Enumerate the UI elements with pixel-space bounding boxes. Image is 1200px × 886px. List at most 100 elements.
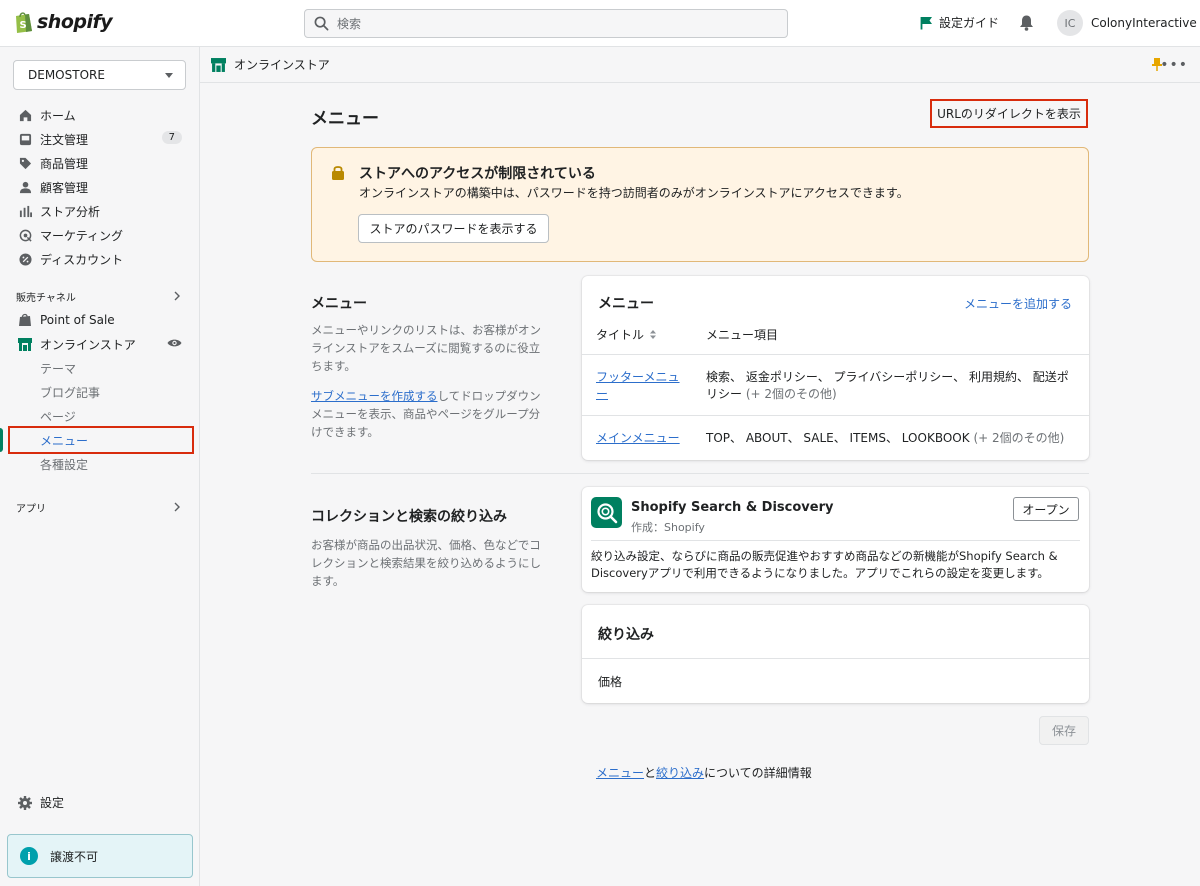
filters-help-link[interactable]: 絞り込み — [656, 766, 704, 780]
store-selector[interactable]: DEMOSTORE — [13, 60, 186, 90]
home-icon — [19, 109, 31, 121]
lock-icon — [332, 166, 344, 180]
help-footer: メニューと絞り込みについての詳細情報 — [596, 764, 812, 781]
breadcrumb-label: オンラインストア — [234, 58, 330, 72]
sales-channels-header[interactable]: 販売チャネル — [0, 284, 200, 308]
collection-filter-description: お客様が商品の出品状況、価格、色などでコレクションと検索結果を絞り込めるようにし… — [311, 538, 541, 588]
notifications-button[interactable] — [1019, 14, 1034, 34]
sidebar-item-label: ホーム — [40, 108, 76, 123]
main-menu-more: (+ 2個のその他) — [973, 431, 1065, 445]
sidebar-item-online-store[interactable]: オンラインストア — [0, 332, 200, 356]
create-submenu-link[interactable]: サブメニューを作成する — [311, 389, 438, 403]
person-icon — [19, 181, 31, 193]
search-input[interactable] — [337, 16, 757, 31]
sidebar-item-label: 注文管理 — [40, 132, 89, 147]
eye-icon[interactable] — [167, 338, 182, 348]
breadcrumb: オンラインストア ••• — [200, 47, 1200, 83]
sidebar-item-label: オンラインストア — [40, 337, 136, 352]
sidebar-item-discounts[interactable]: ディスカウント — [0, 247, 200, 271]
main-menu-link[interactable]: メインメニュー — [596, 430, 680, 447]
sidebar-subitem-themes[interactable]: テーマ — [0, 356, 200, 380]
collection-filter-section-title: コレクションと検索の絞り込み — [311, 509, 507, 525]
open-app-button[interactable]: オープン — [1013, 497, 1079, 521]
sidebar-item-point-of-sale[interactable]: Point of Sale — [0, 308, 200, 332]
user-name: ColonyInteractive — [1091, 16, 1197, 30]
column-header-title[interactable]: タイトル — [596, 326, 657, 343]
menus-card: メニュー メニューを追加する タイトル メニュー項目 フッターメニュー 検索、 … — [582, 276, 1089, 460]
sales-channels-label: 販売チャネル — [16, 292, 76, 304]
sidebar: DEMOSTORE ホーム 注文管理 7 商品管理 顧客管理 ストア分析 マーケ… — [0, 47, 200, 886]
password-protection-banner: ストアへのアクセスが制限されている オンラインストアの構築中は、パスワードを持つ… — [311, 147, 1089, 262]
search-icon — [314, 16, 329, 31]
sidebar-item-analytics[interactable]: ストア分析 — [0, 199, 200, 223]
row-divider — [582, 354, 1089, 355]
filters-divider — [582, 658, 1089, 659]
sidebar-item-customers[interactable]: 顧客管理 — [0, 175, 200, 199]
sidebar-item-products[interactable]: 商品管理 — [0, 151, 200, 175]
pos-bag-icon — [19, 313, 31, 326]
magnifier-icon — [596, 502, 617, 523]
app-card-divider — [591, 540, 1080, 541]
menus-card-title: メニュー — [598, 296, 654, 312]
store-icon — [211, 57, 226, 72]
save-button[interactable]: 保存 — [1039, 716, 1089, 745]
sidebar-item-settings[interactable]: 設定 — [18, 794, 64, 811]
column-title-label: タイトル — [596, 328, 645, 342]
help-and: と — [644, 766, 657, 780]
settings-label: 設定 — [40, 796, 65, 810]
section-divider — [311, 473, 1089, 474]
sidebar-subitem-blog-posts[interactable]: ブログ記事 — [0, 380, 200, 404]
top-bar: S shopify 設定ガイド IC ColonyInteractive — [0, 0, 1200, 47]
sidebar-subitem-pages[interactable]: ページ — [0, 404, 200, 428]
app-author: 作成：Shopify — [631, 521, 705, 534]
non-transferable-notice[interactable]: i 譲渡不可 — [7, 834, 193, 878]
active-marker — [0, 428, 3, 452]
banner-title: ストアへのアクセスが制限されている — [359, 166, 596, 182]
notice-text: 譲渡不可 — [50, 849, 99, 864]
sidebar-item-label: ディスカウント — [40, 252, 124, 267]
store-name: DEMOSTORE — [28, 68, 105, 82]
user-menu[interactable]: IC ColonyInteractive — [1057, 10, 1197, 36]
menu-highlight-box — [8, 426, 194, 454]
menus-help-link[interactable]: メニュー — [596, 766, 644, 780]
apps-header[interactable]: アプリ — [0, 495, 200, 519]
sidebar-subitem-preferences[interactable]: 各種設定 — [0, 452, 200, 476]
more-actions-icon[interactable]: ••• — [1160, 57, 1188, 73]
tag-icon — [19, 157, 31, 169]
add-menu-link[interactable]: メニューを追加する — [964, 295, 1072, 312]
chevron-right-icon — [174, 291, 180, 301]
sidebar-item-marketing[interactable]: マーケティング — [0, 223, 200, 247]
marketing-icon — [19, 229, 32, 242]
footer-menu-link[interactable]: フッターメニュー — [596, 369, 684, 403]
sidebar-item-label: マーケティング — [40, 228, 124, 243]
help-rest: についての詳細情報 — [704, 766, 812, 780]
caret-down-icon — [165, 72, 173, 78]
discount-icon — [18, 252, 32, 266]
view-url-redirects-button[interactable]: URLのリダイレクトを表示 — [930, 99, 1088, 128]
app-name: Shopify Search & Discovery — [631, 500, 834, 515]
gear-icon — [18, 795, 32, 810]
setup-guide-label: 設定ガイド — [939, 16, 1000, 30]
row-divider — [582, 415, 1089, 416]
orders-icon — [19, 133, 31, 145]
store-icon — [18, 337, 32, 351]
show-store-password-button[interactable]: ストアのパスワードを表示する — [358, 214, 549, 243]
search-bar[interactable] — [304, 9, 788, 38]
main-nav: ホーム 注文管理 7 商品管理 顧客管理 ストア分析 マーケティング ディスカウ… — [0, 103, 200, 519]
app-description: 絞り込み設定、ならびに商品の販売促進やおすすめ商品などの新機能がShopify … — [591, 549, 1058, 580]
filter-item-price[interactable]: 価格 — [598, 673, 622, 690]
logo-text: shopify — [37, 11, 113, 33]
info-icon: i — [20, 847, 38, 865]
orders-count-badge: 7 — [161, 131, 182, 144]
filters-title: 絞り込み — [598, 627, 654, 643]
sidebar-item-label: 商品管理 — [40, 156, 89, 171]
sidebar-item-orders[interactable]: 注文管理 7 — [0, 127, 200, 151]
bell-icon — [1020, 15, 1033, 31]
banner-text: オンラインストアの構築中は、パスワードを持つ訪問者のみがオンラインストアにアクセ… — [359, 186, 909, 200]
setup-guide-button[interactable]: 設定ガイド — [920, 14, 999, 31]
chevron-right-icon — [174, 502, 180, 512]
page-title: メニュー — [311, 109, 379, 129]
shopify-logo[interactable]: S shopify — [13, 10, 113, 34]
sidebar-item-home[interactable]: ホーム — [0, 103, 200, 127]
filters-card: 絞り込み 価格 — [582, 605, 1089, 703]
